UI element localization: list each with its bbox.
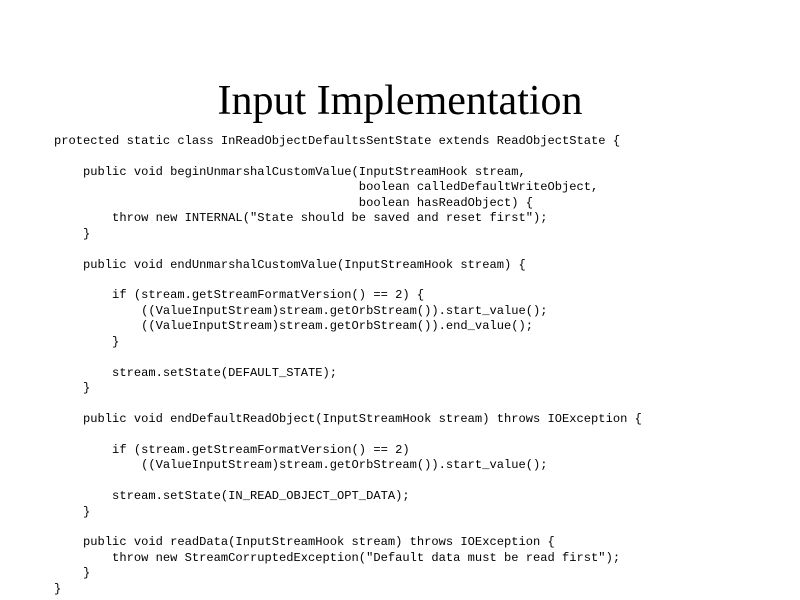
code-line: } <box>54 504 91 519</box>
code-line: ((ValueInputStream)stream.getOrbStream()… <box>54 319 533 334</box>
code-line: stream.setState(IN_READ_OBJECT_OPT_DATA)… <box>54 489 410 504</box>
code-line: public void readData(InputStreamHook str… <box>54 535 555 550</box>
code-line: if (stream.getStreamFormatVersion() == 2… <box>54 288 425 303</box>
code-line: stream.setState(DEFAULT_STATE); <box>54 365 338 380</box>
code-line: throw new StreamCorruptedException("Defa… <box>54 550 621 565</box>
code-line: ((ValueInputStream)stream.getOrbStream()… <box>54 458 548 473</box>
code-line: } <box>54 334 120 349</box>
slide: Input Implementation protected static cl… <box>0 0 800 600</box>
code-line: public void endUnmarshalCustomValue(Inpu… <box>54 257 526 272</box>
code-block: protected static class InReadObjectDefau… <box>54 134 642 597</box>
code-line: } <box>54 566 91 581</box>
code-line: boolean calledDefaultWriteObject, <box>54 180 599 195</box>
code-line: public void endDefaultReadObject(InputSt… <box>54 411 642 426</box>
code-line: if (stream.getStreamFormatVersion() == 2… <box>54 442 410 457</box>
code-line: public void beginUnmarshalCustomValue(In… <box>54 164 526 179</box>
code-line: boolean hasReadObject) { <box>54 195 533 210</box>
code-line: throw new INTERNAL("State should be save… <box>54 211 548 226</box>
code-line: } <box>54 581 62 596</box>
code-line: ((ValueInputStream)stream.getOrbStream()… <box>54 303 548 318</box>
slide-title: Input Implementation <box>217 78 583 124</box>
code-line: } <box>54 226 91 241</box>
code-line: protected static class InReadObjectDefau… <box>54 134 621 148</box>
code-line: } <box>54 381 91 395</box>
